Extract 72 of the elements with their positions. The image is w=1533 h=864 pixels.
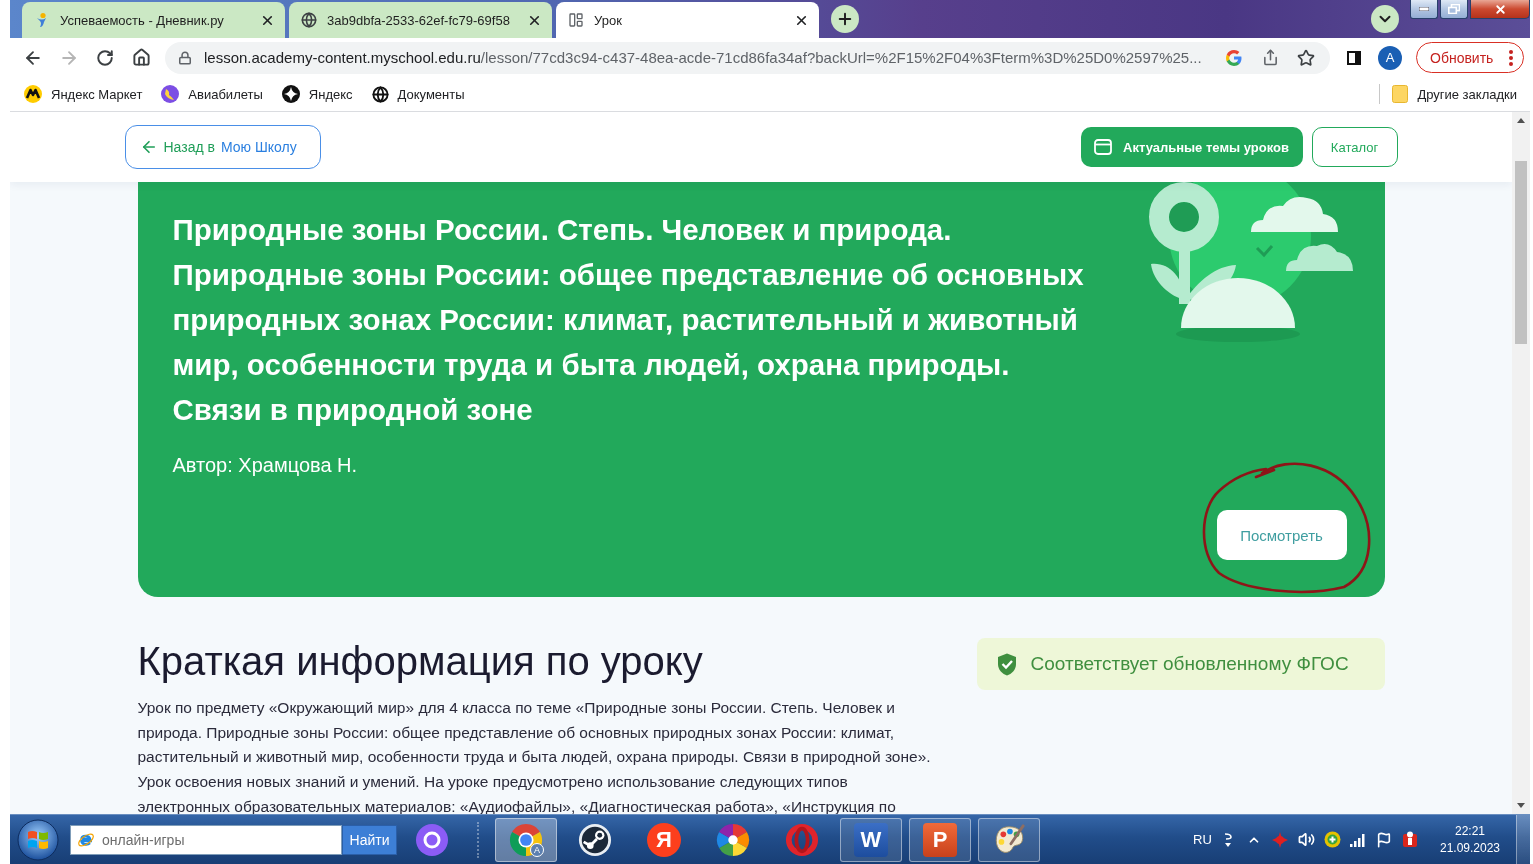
minimize-button[interactable] (1410, 0, 1438, 19)
app-logo-icon (578, 822, 612, 857)
signal-icon[interactable] (1350, 832, 1366, 847)
triangle-down-icon (1517, 803, 1525, 808)
close-window-button[interactable] (1470, 0, 1530, 19)
lesson-author: Автор: Храмцова Н. (172, 453, 359, 477)
section-heading: Краткая информация по уроку (137, 638, 704, 684)
browser-tab[interactable]: Урок (556, 2, 819, 38)
shield-check-icon (996, 652, 1017, 676)
lesson-title: Природные зоны России. Степь. Человек и природа. Природные зоны России: общее представление об основных природных зонах России: климат, растительный и животный мир, особенности труда и быта людей, охрана природы. Связи в природной зоне (172, 212, 1085, 428)
letter-logo: P (923, 822, 957, 857)
browser-tab[interactable]: 3ab9dbfa-2533-62ef-fc79-69f58 (289, 2, 552, 38)
speaker-icon[interactable] (1297, 831, 1315, 848)
other-bookmarks-link[interactable]: Другие закладки (1392, 85, 1517, 103)
language-indicator[interactable]: RU (1193, 832, 1215, 847)
taskbar-app-button[interactable]: Я (633, 817, 695, 862)
update-button[interactable]: Обновить (1416, 42, 1524, 73)
show-desktop-button[interactable] (1516, 815, 1530, 864)
pinwheel-logo-icon (716, 822, 750, 857)
start-button[interactable] (15, 816, 61, 863)
info-icon[interactable] (1402, 831, 1418, 848)
taskbar-app-button[interactable]: W (840, 817, 902, 862)
layout-icon (568, 12, 584, 28)
bookmark-link[interactable]: Авиабилеты (161, 85, 263, 103)
bookmark-link[interactable]: Яндекс (281, 85, 353, 103)
home-icon[interactable] (131, 48, 151, 67)
zigzag-logo-icon (24, 85, 42, 103)
badge-label: Соответствует обновленному ФГОС (1030, 653, 1349, 675)
profile-avatar[interactable]: A (1378, 45, 1402, 70)
calendar-icon (1094, 139, 1113, 155)
folder-icon (1392, 85, 1409, 103)
taskbar-app-button[interactable] (978, 817, 1040, 862)
e-logo-icon (77, 830, 95, 849)
globe-icon (301, 12, 317, 28)
restore-icon (1448, 4, 1460, 14)
globe-icon (371, 85, 389, 103)
reload-icon[interactable] (96, 48, 114, 67)
new-tab-button[interactable] (831, 5, 859, 33)
restore-button[interactable] (1440, 0, 1468, 19)
share-icon[interactable] (1261, 49, 1279, 66)
url-text[interactable]: lesson.academy-content.myschool.edu.ru/lesson/77cd3c94-c437-48ea-acde-71cd86fa34af?backUrl=%2F15%2F04%3Fterm%3D%25D0%2597%25... (204, 49, 1216, 66)
sparkle-icon (281, 85, 300, 103)
side-panel-icon[interactable] (1346, 49, 1362, 66)
browser-tab[interactable]: Успеваемость - Дневник.ру (22, 2, 285, 38)
ring-logo-icon (785, 822, 819, 857)
minimize-icon (1419, 7, 1429, 11)
planet-icon (161, 85, 180, 103)
search-field[interactable]: онлайн-игры (70, 824, 342, 855)
back-button[interactable]: Назад в Мою Школу (124, 125, 321, 169)
assistant-logo-icon[interactable] (415, 822, 449, 857)
more-icon (1509, 49, 1513, 66)
star-icon[interactable] (1297, 48, 1315, 67)
taskbar-app-button[interactable]: P (909, 817, 971, 862)
close-icon (1493, 2, 1507, 16)
letter-logo: Я (647, 822, 681, 857)
plus-icon (836, 10, 854, 28)
taskbar-app-button[interactable]: A (495, 817, 557, 862)
g-logo-icon[interactable] (1225, 48, 1243, 67)
find-button[interactable]: Найти (342, 824, 397, 855)
tab-search-button[interactable] (1371, 5, 1399, 33)
bookmark-link[interactable]: Документы (371, 85, 465, 103)
lock-icon[interactable] (178, 50, 192, 65)
bookmark-link[interactable]: Яндекс Маркет (24, 85, 143, 103)
scrollbar-thumb[interactable] (1515, 161, 1527, 344)
browser-logo-icon (509, 822, 543, 857)
windows-logo-icon (17, 818, 59, 861)
language-options-icon[interactable] (1223, 831, 1233, 848)
flag-icon[interactable] (1376, 831, 1392, 848)
clock[interactable]: 22:21 21.09.2023 (1435, 822, 1505, 857)
triangle-up-icon (1517, 118, 1525, 123)
letter-logo: W (854, 822, 888, 857)
plus-circle-icon[interactable] (1323, 831, 1341, 848)
